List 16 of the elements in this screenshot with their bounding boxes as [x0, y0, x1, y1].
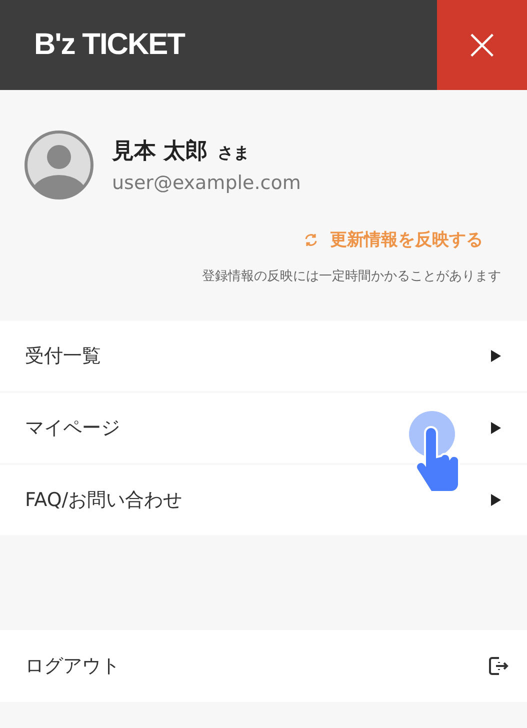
- arrow-icon: [491, 422, 501, 434]
- refresh-note: 登録情報の反映には一定時間かかることがあります: [201, 268, 502, 285]
- honorific: さま: [218, 143, 250, 164]
- logout-icon: [487, 655, 509, 677]
- arrow-icon: [491, 494, 501, 506]
- user-email: user@example.com: [112, 172, 301, 194]
- close-button[interactable]: ×: [437, 0, 527, 90]
- menu-item[interactable]: マイページ: [0, 393, 527, 463]
- menu-item[interactable]: FAQ/お問い合わせ: [0, 465, 527, 535]
- logo: B'z TICKET: [33, 28, 186, 62]
- logout-button[interactable]: ログアウト: [0, 630, 527, 702]
- refresh-icon: [304, 232, 318, 246]
- avatar-icon: [24, 130, 94, 200]
- menu-item[interactable]: 受付一覧: [0, 321, 527, 391]
- arrow-icon: [491, 350, 501, 362]
- user-name: 見本 太郎: [112, 138, 208, 166]
